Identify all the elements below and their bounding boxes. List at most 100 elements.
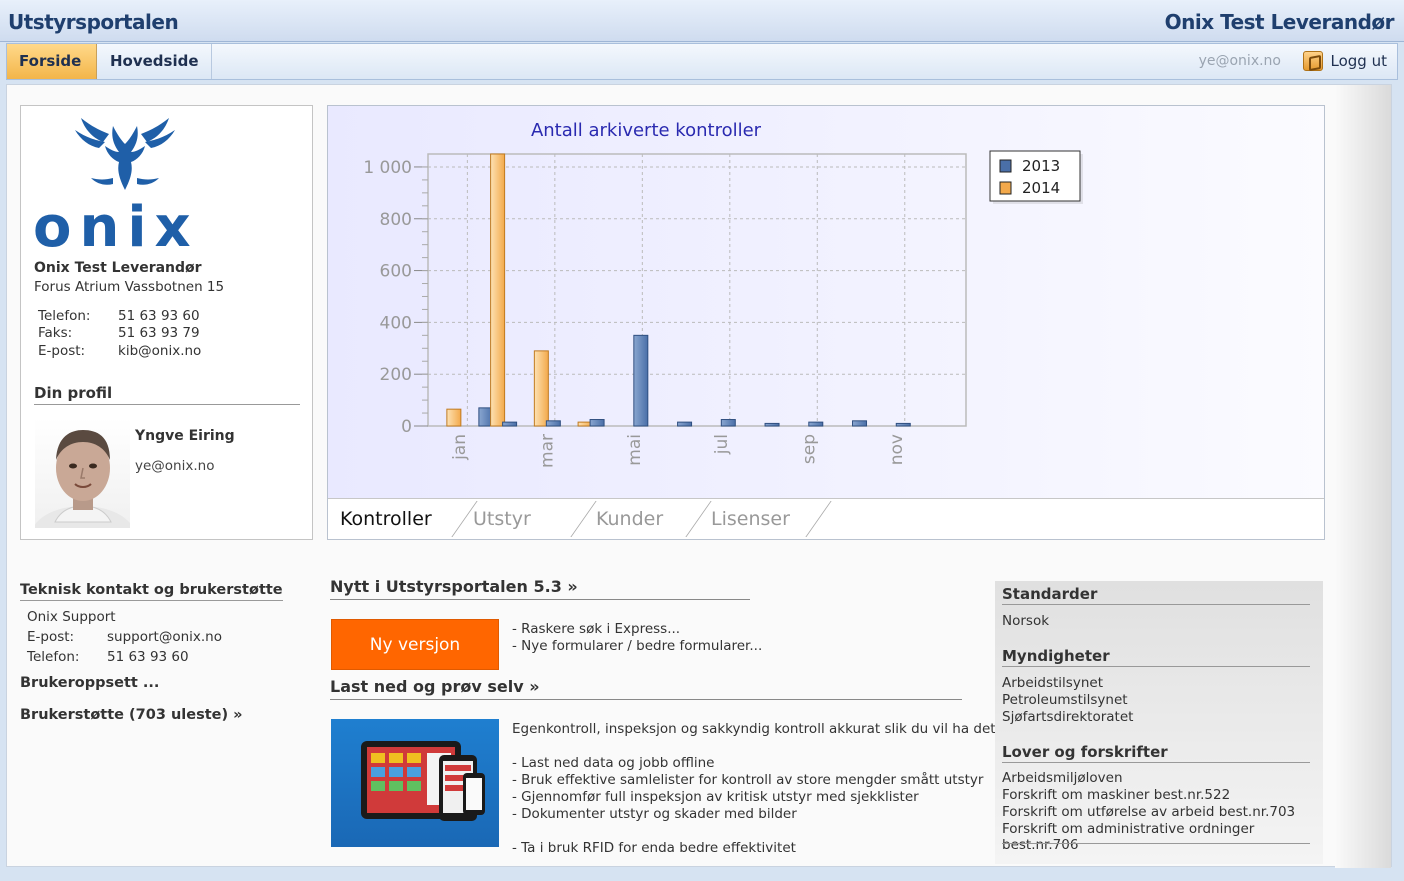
- download-bullet: - Bruk effektive samlelister for kontrol…: [512, 772, 984, 788]
- company-card: onix Onix Test Leverandør Forus Atrium V…: [20, 105, 313, 540]
- support-value[interactable]: support@onix.no: [107, 629, 222, 645]
- logout-label: Logg ut: [1330, 52, 1387, 70]
- bar-2014-mar: [533, 350, 549, 427]
- vendor-title: Onix Test Leverandør: [1164, 10, 1395, 34]
- link-arbeidsmiljoloven[interactable]: Arbeidsmiljøloven: [1002, 770, 1123, 786]
- profile-name: Yngve Eiring: [135, 428, 235, 444]
- section-title-standarder: Standarder: [1002, 585, 1310, 605]
- news-bullet: - Nye formularer / bedre formularer...: [512, 638, 763, 654]
- link-forskrift-maskiner[interactable]: Forskrift om maskiner best.nr.522: [1002, 787, 1230, 803]
- chart-tab-bar: Kontroller Utstyr Kunder Lisenser: [328, 498, 1324, 539]
- bar-2013-mai: [633, 334, 649, 427]
- contact-row-phone: Telefon: 51 63 93 60: [38, 308, 200, 324]
- bar-chart: Antall arkiverte kontroller 0 200 400 600 80…: [363, 120, 1083, 468]
- link-forskrift-utforelse[interactable]: Forskrift om utførelse av arbeid best.nr…: [1002, 804, 1295, 820]
- contact-label: Faks:: [38, 325, 73, 341]
- y-tick-label: 1 000: [363, 158, 412, 178]
- tab-utstyr[interactable]: Utstyr: [461, 499, 576, 539]
- news-bullet: - Raskere søk i Express...: [512, 621, 681, 637]
- link-forskrift-administrative[interactable]: Forskrift om administrative ordninger be…: [1002, 821, 1323, 853]
- profile-header: Din profil: [34, 384, 300, 405]
- download-description: Egenkontroll, inspeksjon og sakkyndig ko…: [512, 721, 996, 857]
- support-header: Teknisk kontakt og brukerstøtte: [20, 582, 283, 601]
- chart-area: Antall arkiverte kontroller 0 200 400 600 80…: [328, 106, 1324, 498]
- bar-2013-feb: [502, 421, 518, 427]
- contact-label: E-post:: [38, 343, 86, 359]
- bar-2013-nov: [895, 422, 911, 427]
- contact-value: 51 63 93 79: [118, 325, 200, 341]
- profile-email: ye@onix.no: [135, 458, 215, 474]
- news-header[interactable]: Nytt i Utstyrsportalen 5.3 »: [330, 577, 750, 600]
- user-email: ye@onix.no: [1198, 53, 1281, 69]
- tab-hovedside[interactable]: Hovedside: [98, 44, 212, 79]
- download-footer: - Ta i bruk RFID for enda bedre effektiv…: [512, 840, 796, 856]
- link-sjofartsdirektoratet[interactable]: Sjøfartsdirektoratet: [1002, 709, 1133, 725]
- link-arbeidstilsynet[interactable]: Arbeidstilsynet: [1002, 675, 1103, 691]
- contact-label: Telefon:: [38, 308, 91, 324]
- svg-text:onix: onix: [33, 195, 199, 254]
- support-tickets-link[interactable]: Brukerstøtte (703 uleste) »: [20, 707, 243, 723]
- download-header[interactable]: Last ned og prøv selv »: [330, 677, 962, 700]
- links-panel: Standarder Norsok Myndigheter Arbeidstil…: [995, 581, 1323, 864]
- link-norsok[interactable]: Norsok: [1002, 613, 1049, 629]
- y-tick-label: 0: [401, 417, 412, 437]
- contact-value[interactable]: kib@onix.no: [118, 343, 201, 359]
- bar-2014-feb: [490, 153, 506, 427]
- bar-2013-jun: [677, 421, 693, 427]
- support-phone-row: Telefon: 51 63 93 60: [27, 649, 189, 665]
- y-tick-label: 800: [380, 210, 412, 230]
- main-panel: onix Onix Test Leverandør Forus Atrium V…: [6, 84, 1392, 868]
- news-bullets: - Raskere søk i Express... - Nye formula…: [512, 621, 762, 655]
- tab-lisenser[interactable]: Lisenser: [699, 499, 819, 539]
- contact-row-email: E-post: kib@onix.no: [38, 343, 201, 359]
- download-intro: Egenkontroll, inspeksjon og sakkyndig ko…: [512, 721, 996, 737]
- tab-kontroller[interactable]: Kontroller: [328, 499, 448, 539]
- tablet-promo-image[interactable]: [331, 719, 499, 847]
- bar-2013-jul: [720, 419, 736, 427]
- download-bullet: - Gjennomfør full inspeksjon av kritisk …: [512, 789, 919, 805]
- bar-2013-apr: [589, 419, 605, 427]
- x-tick-label: jul: [712, 434, 732, 455]
- user-setup-link[interactable]: Brukeroppsett ...: [20, 675, 159, 691]
- chart-legend: 2013 2014: [989, 150, 1083, 204]
- bar-2014-jan: [446, 408, 462, 427]
- tab-kunder[interactable]: Kunder: [584, 499, 694, 539]
- support-value: 51 63 93 60: [107, 649, 189, 665]
- y-tick-label: 600: [380, 262, 412, 282]
- bar-2013-sep: [808, 421, 824, 427]
- support-email-row: E-post: support@onix.no: [27, 629, 222, 645]
- support-org: Onix Support: [27, 609, 116, 625]
- logout-button[interactable]: Logg ut: [1302, 50, 1387, 74]
- y-tick-label: 400: [380, 313, 412, 333]
- section-title-myndigheter: Myndigheter: [1002, 647, 1310, 667]
- title-bar: Utstyrsportalen Onix Test Leverandør: [0, 0, 1404, 42]
- support-section: Teknisk kontakt og brukerstøtte Onix Sup…: [20, 579, 315, 723]
- support-label: E-post:: [27, 629, 75, 645]
- app-title: Utstyrsportalen: [8, 10, 179, 34]
- link-petroleumstilsynet[interactable]: Petroleumstilsynet: [1002, 692, 1128, 708]
- legend-swatch-2013: [999, 159, 1012, 173]
- avatar: [35, 418, 130, 528]
- download-bullet: - Last ned data og jobb offline: [512, 755, 715, 771]
- download-bullet: - Dokumenter utstyr og skader med bilder: [512, 806, 797, 822]
- tab-forside[interactable]: Forside: [7, 44, 97, 79]
- y-tick-label: 200: [380, 365, 412, 385]
- phoenix-logo-icon: [75, 118, 175, 190]
- chart-title: Antall arkiverte kontroller: [531, 120, 762, 141]
- section-title-lover: Lover og forskrifter: [1002, 743, 1310, 763]
- legend-swatch-2014: [999, 181, 1012, 195]
- new-version-button[interactable]: Ny versjon: [331, 619, 499, 670]
- bar-2013-okt: [852, 420, 868, 427]
- bar-2013-aug: [764, 422, 780, 427]
- chart-panel: Antall arkiverte kontroller 0 200 400 600 80…: [327, 105, 1325, 540]
- legend-label-2014: 2014: [1022, 179, 1060, 197]
- key-icon: [1302, 51, 1323, 71]
- support-label: Telefon:: [27, 649, 80, 665]
- x-tick-label: nov: [887, 434, 907, 465]
- contact-row-fax: Faks: 51 63 93 79: [38, 325, 200, 341]
- x-tick-label: mai: [625, 434, 645, 466]
- legend-label-2013: 2013: [1022, 157, 1060, 175]
- company-address: Forus Atrium Vassbotnen 15: [34, 279, 225, 295]
- contact-value: 51 63 93 60: [118, 308, 200, 324]
- plot-frame: [427, 153, 967, 427]
